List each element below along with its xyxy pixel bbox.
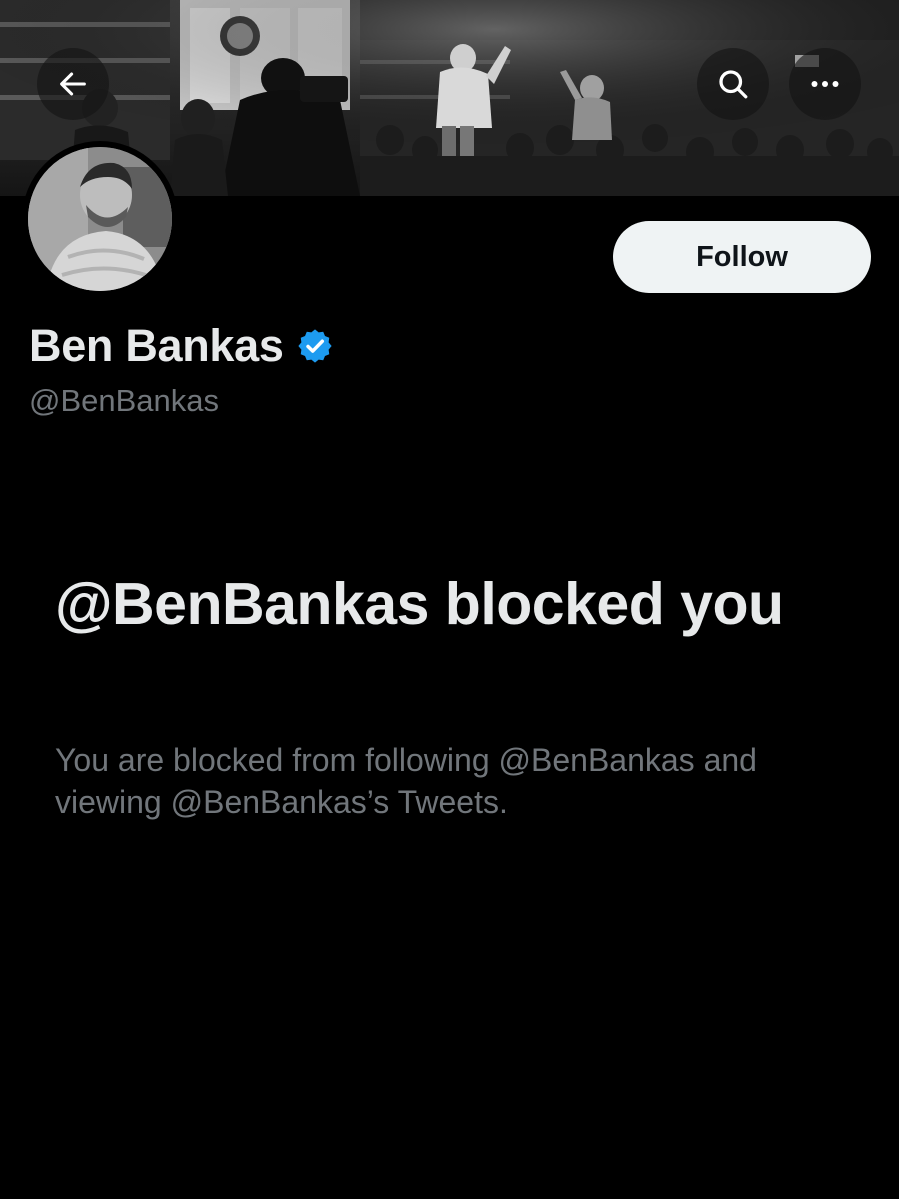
arrow-left-icon — [60, 72, 86, 96]
back-button[interactable] — [37, 48, 109, 120]
verified-badge-icon[interactable] — [296, 327, 334, 365]
more-horizontal-icon — [811, 81, 839, 87]
avatar[interactable] — [22, 141, 178, 297]
search-button[interactable] — [697, 48, 769, 120]
more-button[interactable] — [789, 48, 861, 120]
blocked-title: @BenBankas blocked you — [55, 571, 784, 637]
follow-button[interactable]: Follow — [613, 221, 871, 293]
display-name-row: Ben Bankas — [29, 318, 334, 374]
blocked-description: You are blocked from following @BenBanka… — [55, 742, 757, 820]
avatar-image — [28, 147, 172, 291]
search-icon — [719, 70, 748, 99]
display-name: Ben Bankas — [29, 320, 284, 371]
user-handle: @BenBankas — [29, 383, 220, 418]
